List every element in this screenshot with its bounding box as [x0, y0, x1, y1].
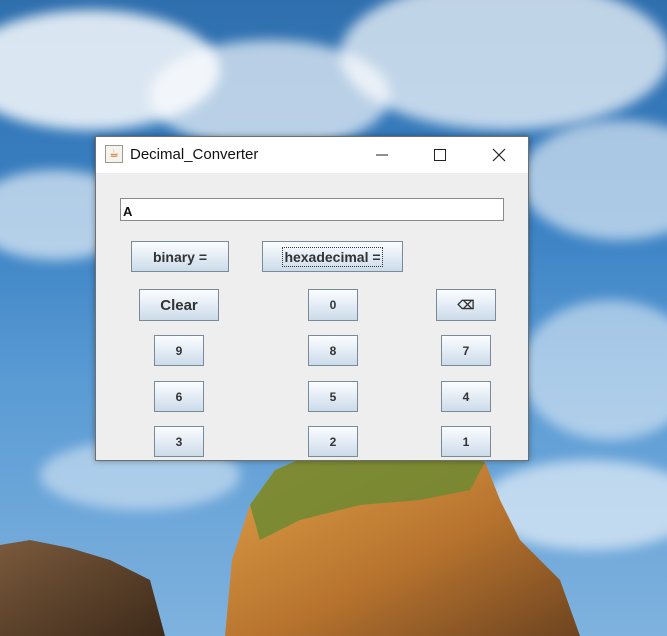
digit-9-label: 9: [175, 343, 183, 358]
converter-window: ☕ Decimal_Converter binary = hexadecimal…: [95, 136, 529, 461]
maximize-button[interactable]: [411, 137, 469, 173]
digit-4-label: 4: [462, 389, 470, 404]
digit-1-button[interactable]: 1: [441, 426, 491, 457]
clear-label: Clear: [160, 296, 198, 314]
binary-convert-label: binary =: [152, 248, 208, 265]
close-button[interactable]: [470, 137, 528, 173]
digit-5-button[interactable]: 5: [308, 381, 358, 412]
digit-6-button[interactable]: 6: [154, 381, 204, 412]
backspace-icon: ⌫: [457, 298, 475, 312]
clear-button[interactable]: Clear: [139, 289, 219, 321]
digit-8-button[interactable]: 8: [308, 335, 358, 366]
digit-8-label: 8: [329, 343, 337, 358]
digit-1-label: 1: [462, 434, 470, 449]
digit-9-button[interactable]: 9: [154, 335, 204, 366]
digit-0-label: 0: [329, 298, 337, 312]
minimize-icon: [376, 154, 388, 156]
binary-convert-button[interactable]: binary =: [131, 241, 229, 272]
digit-4-button[interactable]: 4: [441, 381, 491, 412]
window-title: Decimal_Converter: [130, 146, 259, 163]
title-bar[interactable]: ☕ Decimal_Converter: [96, 137, 528, 173]
digit-5-label: 5: [329, 389, 337, 404]
digit-7-label: 7: [462, 343, 470, 358]
digit-2-label: 2: [329, 434, 337, 449]
digit-2-button[interactable]: 2: [308, 426, 358, 457]
maximize-icon: [434, 149, 446, 161]
close-icon: [492, 148, 506, 162]
hexadecimal-convert-button[interactable]: hexadecimal =: [262, 241, 403, 272]
minimize-button[interactable]: [353, 137, 411, 173]
digit-3-label: 3: [175, 434, 183, 449]
hexadecimal-convert-label: hexadecimal =: [282, 246, 383, 267]
number-display-field[interactable]: [120, 198, 504, 221]
java-cup-icon: ☕: [105, 145, 123, 163]
digit-3-button[interactable]: 3: [154, 426, 204, 457]
digit-6-label: 6: [175, 389, 183, 404]
digit-7-button[interactable]: 7: [441, 335, 491, 366]
backspace-button[interactable]: ⌫: [436, 289, 496, 321]
digit-0-button[interactable]: 0: [308, 289, 358, 321]
